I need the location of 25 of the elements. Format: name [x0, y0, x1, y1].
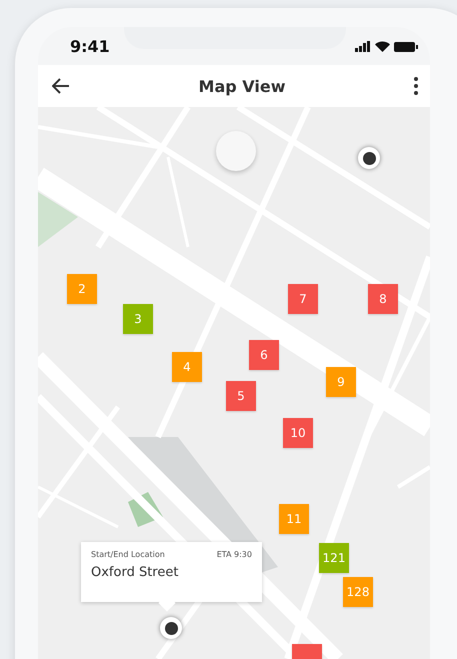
- stop-marker[interactable]: 128: [343, 577, 373, 607]
- stop-marker[interactable]: 10: [283, 418, 313, 448]
- callout-caption: Start/End Location: [91, 550, 165, 559]
- more-menu-icon[interactable]: [412, 75, 420, 97]
- stop-marker[interactable]: 5: [226, 381, 256, 411]
- stop-marker[interactable]: 3: [123, 304, 153, 334]
- place-name: Oxford Street: [91, 565, 180, 580]
- stop-marker[interactable]: 8: [368, 284, 398, 314]
- status-time: 9:41: [70, 36, 110, 56]
- signal-icon: [355, 40, 371, 52]
- stop-marker[interactable]: 11: [279, 504, 309, 534]
- stop-marker[interactable]: 121: [319, 543, 349, 573]
- stop-marker[interactable]: 4: [172, 352, 202, 382]
- battery-icon: [394, 40, 418, 52]
- wifi-icon: [375, 40, 390, 52]
- stop-marker[interactable]: 9: [326, 367, 356, 397]
- back-arrow-icon[interactable]: [50, 76, 72, 96]
- eta-text: ETA 9:30: [216, 550, 252, 559]
- location-pin[interactable]: [160, 617, 182, 639]
- stop-marker[interactable]: 6: [249, 340, 279, 370]
- location-pin[interactable]: [358, 147, 380, 169]
- screen-title: Map View: [198, 76, 286, 96]
- stop-marker[interactable]: 7: [288, 284, 318, 314]
- map-circle-marker[interactable]: [216, 131, 256, 171]
- stop-marker[interactable]: 2: [67, 274, 97, 304]
